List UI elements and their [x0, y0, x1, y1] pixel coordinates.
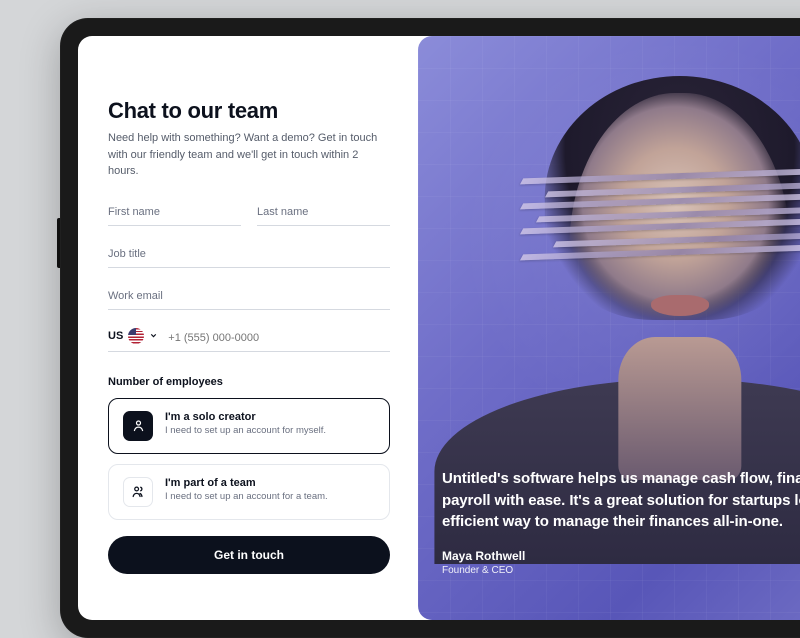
employees-label: Number of employees	[108, 376, 390, 388]
option-title: I'm a solo creator	[165, 411, 375, 423]
testimonial-hero: Untitled's software helps us manage cash…	[418, 36, 800, 620]
work-email-input[interactable]	[108, 286, 390, 310]
get-in-touch-button[interactable]: Get in touch	[108, 536, 390, 574]
last-name-field	[257, 202, 390, 226]
tablet-side-button	[57, 218, 60, 268]
chevron-down-icon	[149, 331, 158, 340]
page-description: Need help with something? Want a demo? G…	[108, 130, 378, 180]
testimonial-quote: Untitled's software helps us manage cash…	[442, 468, 800, 533]
option-solo-creator[interactable]: I'm a solo creator I need to set up an a…	[108, 398, 390, 454]
option-team[interactable]: I'm part of a team I need to set up an a…	[108, 464, 390, 520]
option-desc: I need to set up an account for a team.	[165, 491, 375, 502]
job-title-field	[108, 244, 390, 268]
first-name-input[interactable]	[108, 202, 241, 226]
users-icon	[123, 477, 153, 507]
testimonial-role: Founder & CEO	[442, 565, 800, 576]
contact-form-pane: Chat to our team Need help with somethin…	[78, 36, 418, 620]
option-text: I'm part of a team I need to set up an a…	[165, 477, 375, 502]
portrait-illustration	[476, 59, 800, 479]
tablet-device-frame: Chat to our team Need help with somethin…	[60, 18, 800, 638]
country-code-select[interactable]: US	[108, 328, 158, 344]
option-desc: I need to set up an account for myself.	[165, 425, 375, 436]
testimonial-name: Maya Rothwell	[442, 549, 800, 563]
page-title: Chat to our team	[108, 98, 390, 124]
option-text: I'm a solo creator I need to set up an a…	[165, 411, 375, 436]
first-name-field	[108, 202, 241, 226]
testimonial-block: Untitled's software helps us manage cash…	[442, 468, 800, 576]
work-email-field	[108, 286, 390, 310]
phone-field: US	[108, 328, 390, 352]
flag-us-icon	[128, 328, 144, 344]
country-code-label: US	[108, 330, 123, 342]
last-name-input[interactable]	[257, 202, 390, 226]
screen: Chat to our team Need help with somethin…	[78, 36, 800, 620]
job-title-input[interactable]	[108, 244, 390, 268]
user-icon	[123, 411, 153, 441]
phone-input[interactable]	[168, 332, 390, 344]
option-title: I'm part of a team	[165, 477, 375, 489]
